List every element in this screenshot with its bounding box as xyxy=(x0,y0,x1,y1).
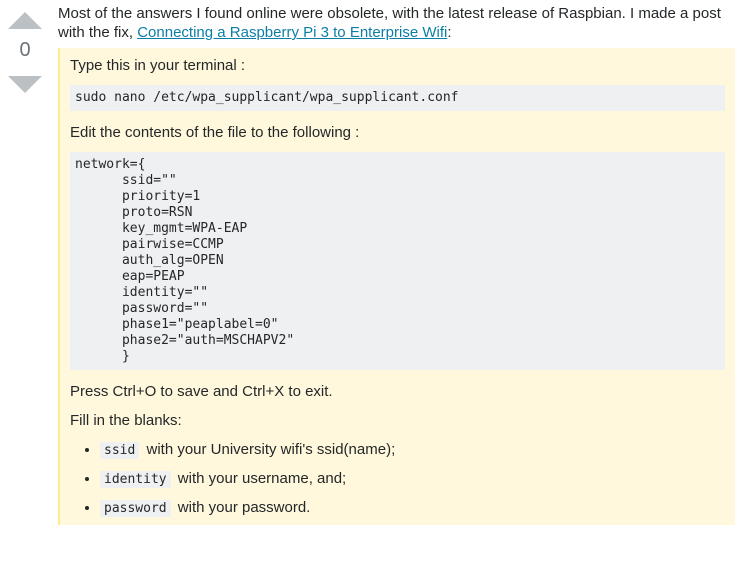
list-item-text: with your password. xyxy=(177,499,311,516)
intro-colon: : xyxy=(447,24,452,41)
answer-body: Most of the answers I found online were … xyxy=(58,4,735,525)
upvote-arrow-icon[interactable] xyxy=(8,12,42,29)
blockquote: Type this in your terminal : sudo nano /… xyxy=(58,48,735,525)
vote-column: 0 xyxy=(8,12,42,93)
step-edit-text: Edit the contents of the file to the fol… xyxy=(70,124,360,141)
intro-paragraph: Most of the answers I found online were … xyxy=(58,4,735,42)
fill-blanks-heading: Fill in the blanks: xyxy=(70,412,182,429)
command-code-block: sudo nano /etc/wpa_supplicant/wpa_suppli… xyxy=(70,85,725,111)
step-terminal-text: Type this in your terminal : xyxy=(70,57,246,74)
list-item-text: with your University wifi's ssid(name); xyxy=(146,441,396,458)
list-item-text: with your username, and; xyxy=(177,470,347,487)
list-item: ssid with your University wifi's ssid(na… xyxy=(100,440,725,461)
downvote-arrow-icon[interactable] xyxy=(8,76,42,93)
blanks-list: ssid with your University wifi's ssid(na… xyxy=(70,440,725,519)
save-instructions: Press Ctrl+O to save and Ctrl+X to exit. xyxy=(70,383,333,400)
blog-post-link[interactable]: Connecting a Raspberry Pi 3 to Enterpris… xyxy=(137,24,447,41)
inline-code-ssid: ssid xyxy=(100,442,140,459)
list-item: identity with your username, and; xyxy=(100,469,725,490)
list-item: password with your password. xyxy=(100,498,725,519)
inline-code-password: password xyxy=(100,500,171,517)
inline-code-identity: identity xyxy=(100,471,171,488)
config-code-block: network={ ssid="" priority=1 proto=RSN k… xyxy=(70,152,725,370)
vote-count: 0 xyxy=(19,39,31,61)
